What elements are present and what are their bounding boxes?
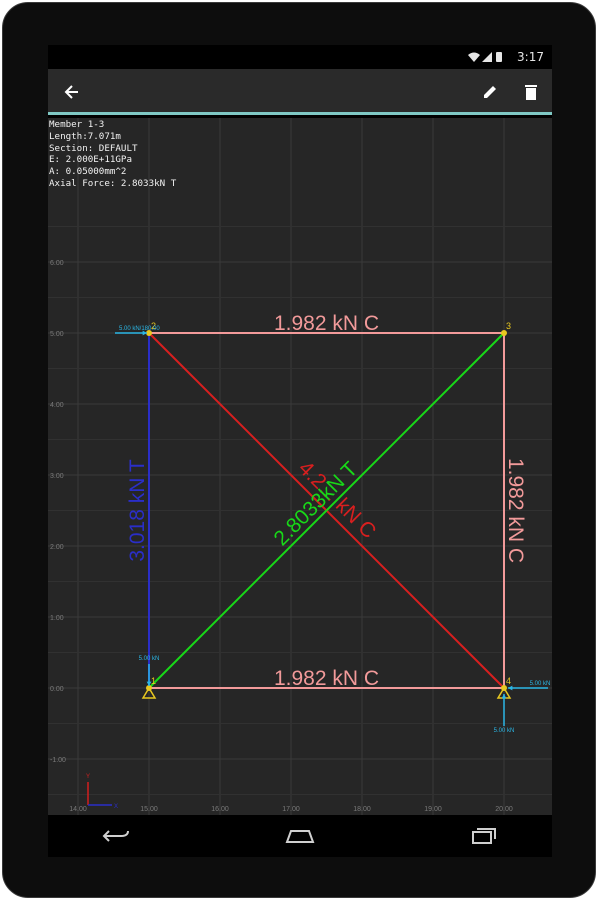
nav-back-button[interactable] bbox=[96, 823, 136, 849]
back-button[interactable] bbox=[59, 79, 85, 105]
load-label: 5.00 kN bbox=[139, 656, 160, 662]
edit-pencil-icon bbox=[484, 86, 496, 98]
wifi-icon bbox=[468, 52, 480, 62]
load-label: 5.00 kN bbox=[530, 681, 551, 687]
status-bar: 3:17 bbox=[48, 45, 552, 69]
status-icons bbox=[468, 52, 502, 62]
node-label: 4 bbox=[506, 676, 511, 686]
member-force-label: 1.982 kN C bbox=[274, 312, 379, 335]
x-tick-label: 14.00 bbox=[69, 806, 87, 813]
load-arrowhead bbox=[501, 694, 507, 699]
x-axis-label: X bbox=[114, 804, 118, 810]
nav-home-button[interactable] bbox=[280, 823, 320, 849]
x-tick-label: 20.00 bbox=[495, 806, 513, 813]
back-arrow-icon bbox=[64, 85, 78, 99]
y-axis-label: Y bbox=[86, 774, 90, 780]
y-tick-label: 3.00 bbox=[50, 473, 64, 480]
nav-recents-button[interactable] bbox=[464, 823, 504, 849]
edit-button[interactable] bbox=[477, 79, 503, 105]
status-time: 3:17 bbox=[517, 50, 544, 64]
load-arrowhead bbox=[508, 685, 513, 691]
truss-canvas[interactable]: 14.00 15.00 16.00 17.00 18.00 19.00 20.00 6.00 5… bbox=[48, 118, 552, 815]
delete-trash-icon bbox=[525, 85, 537, 100]
home-nav-icon bbox=[285, 830, 315, 843]
x-tick-label: 18.00 bbox=[353, 806, 371, 813]
app-toolbar bbox=[48, 69, 552, 115]
member-axial-force: Axial Force: 2.8033kN T bbox=[49, 177, 177, 189]
member-section: Section: DEFAULT bbox=[49, 142, 138, 154]
screen: 3:17 14.00 15.00 16.00 17.00 18.00 19.00… bbox=[48, 45, 552, 815]
system-nav-bar bbox=[48, 815, 552, 857]
member-force-label: 1.982 kN C bbox=[274, 667, 379, 690]
load-label: 5.00 kN/180.00 bbox=[119, 326, 160, 332]
member-area: A: 0.05000mm^2 bbox=[49, 166, 127, 178]
member-id: Member 1-3 bbox=[49, 119, 105, 130]
x-tick-label: 16.00 bbox=[211, 806, 229, 813]
x-tick-label: 19.00 bbox=[424, 806, 442, 813]
y-tick-label: 0.00 bbox=[50, 686, 64, 693]
member-info-panel: Member 1-3 Length:7.071m Section: DEFAUL… bbox=[49, 119, 176, 190]
y-tick-label: 6.00 bbox=[50, 260, 64, 267]
battery-icon bbox=[496, 52, 502, 62]
member-force-label: 1.982 kN C bbox=[504, 458, 527, 563]
signal-icon bbox=[482, 52, 492, 62]
device-frame: 3:17 14.00 15.00 16.00 17.00 18.00 19.00… bbox=[0, 0, 598, 900]
back-nav-icon bbox=[102, 830, 129, 842]
node-label: 1 bbox=[151, 676, 156, 686]
y-tick-label: -1.00 bbox=[50, 757, 66, 764]
member-length: Length:7.071m bbox=[49, 130, 121, 142]
x-tick-label: 15.00 bbox=[140, 806, 158, 813]
load-label: 5.00 kN bbox=[494, 728, 515, 734]
recents-nav-icon bbox=[472, 828, 496, 844]
node-label: 3 bbox=[506, 321, 511, 331]
y-tick-label: 2.00 bbox=[50, 544, 64, 551]
member-force-label: 3.018 kN T bbox=[126, 459, 149, 562]
y-tick-label: 4.00 bbox=[50, 402, 64, 409]
x-tick-label: 17.00 bbox=[282, 806, 300, 813]
y-tick-label: 5.00 bbox=[50, 331, 64, 338]
truss-plot[interactable]: 14.00 15.00 16.00 17.00 18.00 19.00 20.006.005… bbox=[48, 118, 552, 815]
delete-button[interactable] bbox=[518, 79, 544, 105]
member-modulus: E: 2.000E+11GPa bbox=[49, 154, 132, 166]
y-tick-label: 1.00 bbox=[50, 615, 64, 622]
